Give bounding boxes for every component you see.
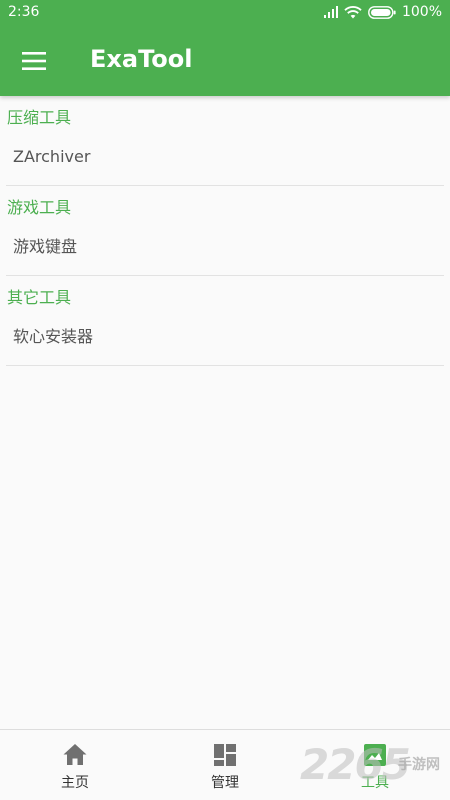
section-other: 其它工具 软心安装器 [0,276,450,366]
section-compression: 压缩工具 ZArchiver [0,96,450,186]
nav-item-home[interactable]: 主页 [0,730,150,800]
dashboard-icon [214,744,236,766]
nav-item-manage[interactable]: 管理 [150,730,300,800]
nav-label: 主页 [61,775,89,791]
bottom-navigation: 主页 管理 工具 [0,729,450,800]
app-title: ExaTool [90,45,193,73]
app-bar: 2:36 100% ExaTool [0,0,450,96]
screen: 2:36 100% ExaTool 压缩工具 ZArchiver 游戏工具 游戏… [0,0,450,800]
list-item-zarchiver[interactable]: ZArchiver [6,134,444,186]
nav-label: 工具 [361,775,389,791]
list-item-installer[interactable]: 软心安装器 [6,314,444,366]
section-header: 压缩工具 [7,108,72,127]
section-header: 其它工具 [7,288,72,307]
battery-icon [368,5,396,19]
status-time: 2:36 [8,4,40,20]
status-bar: 2:36 100% [0,0,450,26]
section-header: 游戏工具 [7,198,72,217]
nav-item-tools[interactable]: 工具 [300,730,450,800]
battery-percent: 100% [401,4,442,20]
wifi-icon [344,5,362,18]
home-icon [63,744,87,765]
menu-button[interactable] [14,42,54,80]
status-indicators: 100% [323,4,442,20]
section-game: 游戏工具 游戏键盘 [0,186,450,276]
toolbar: ExaTool [0,26,450,96]
tools-icon [364,744,386,766]
tool-list: 压缩工具 ZArchiver 游戏工具 游戏键盘 其它工具 软心安装器 [0,96,450,366]
nav-label: 管理 [211,775,239,791]
hamburger-menu-icon [22,52,46,70]
list-item-game-keyboard[interactable]: 游戏键盘 [6,224,444,276]
signal-icon [323,6,338,18]
